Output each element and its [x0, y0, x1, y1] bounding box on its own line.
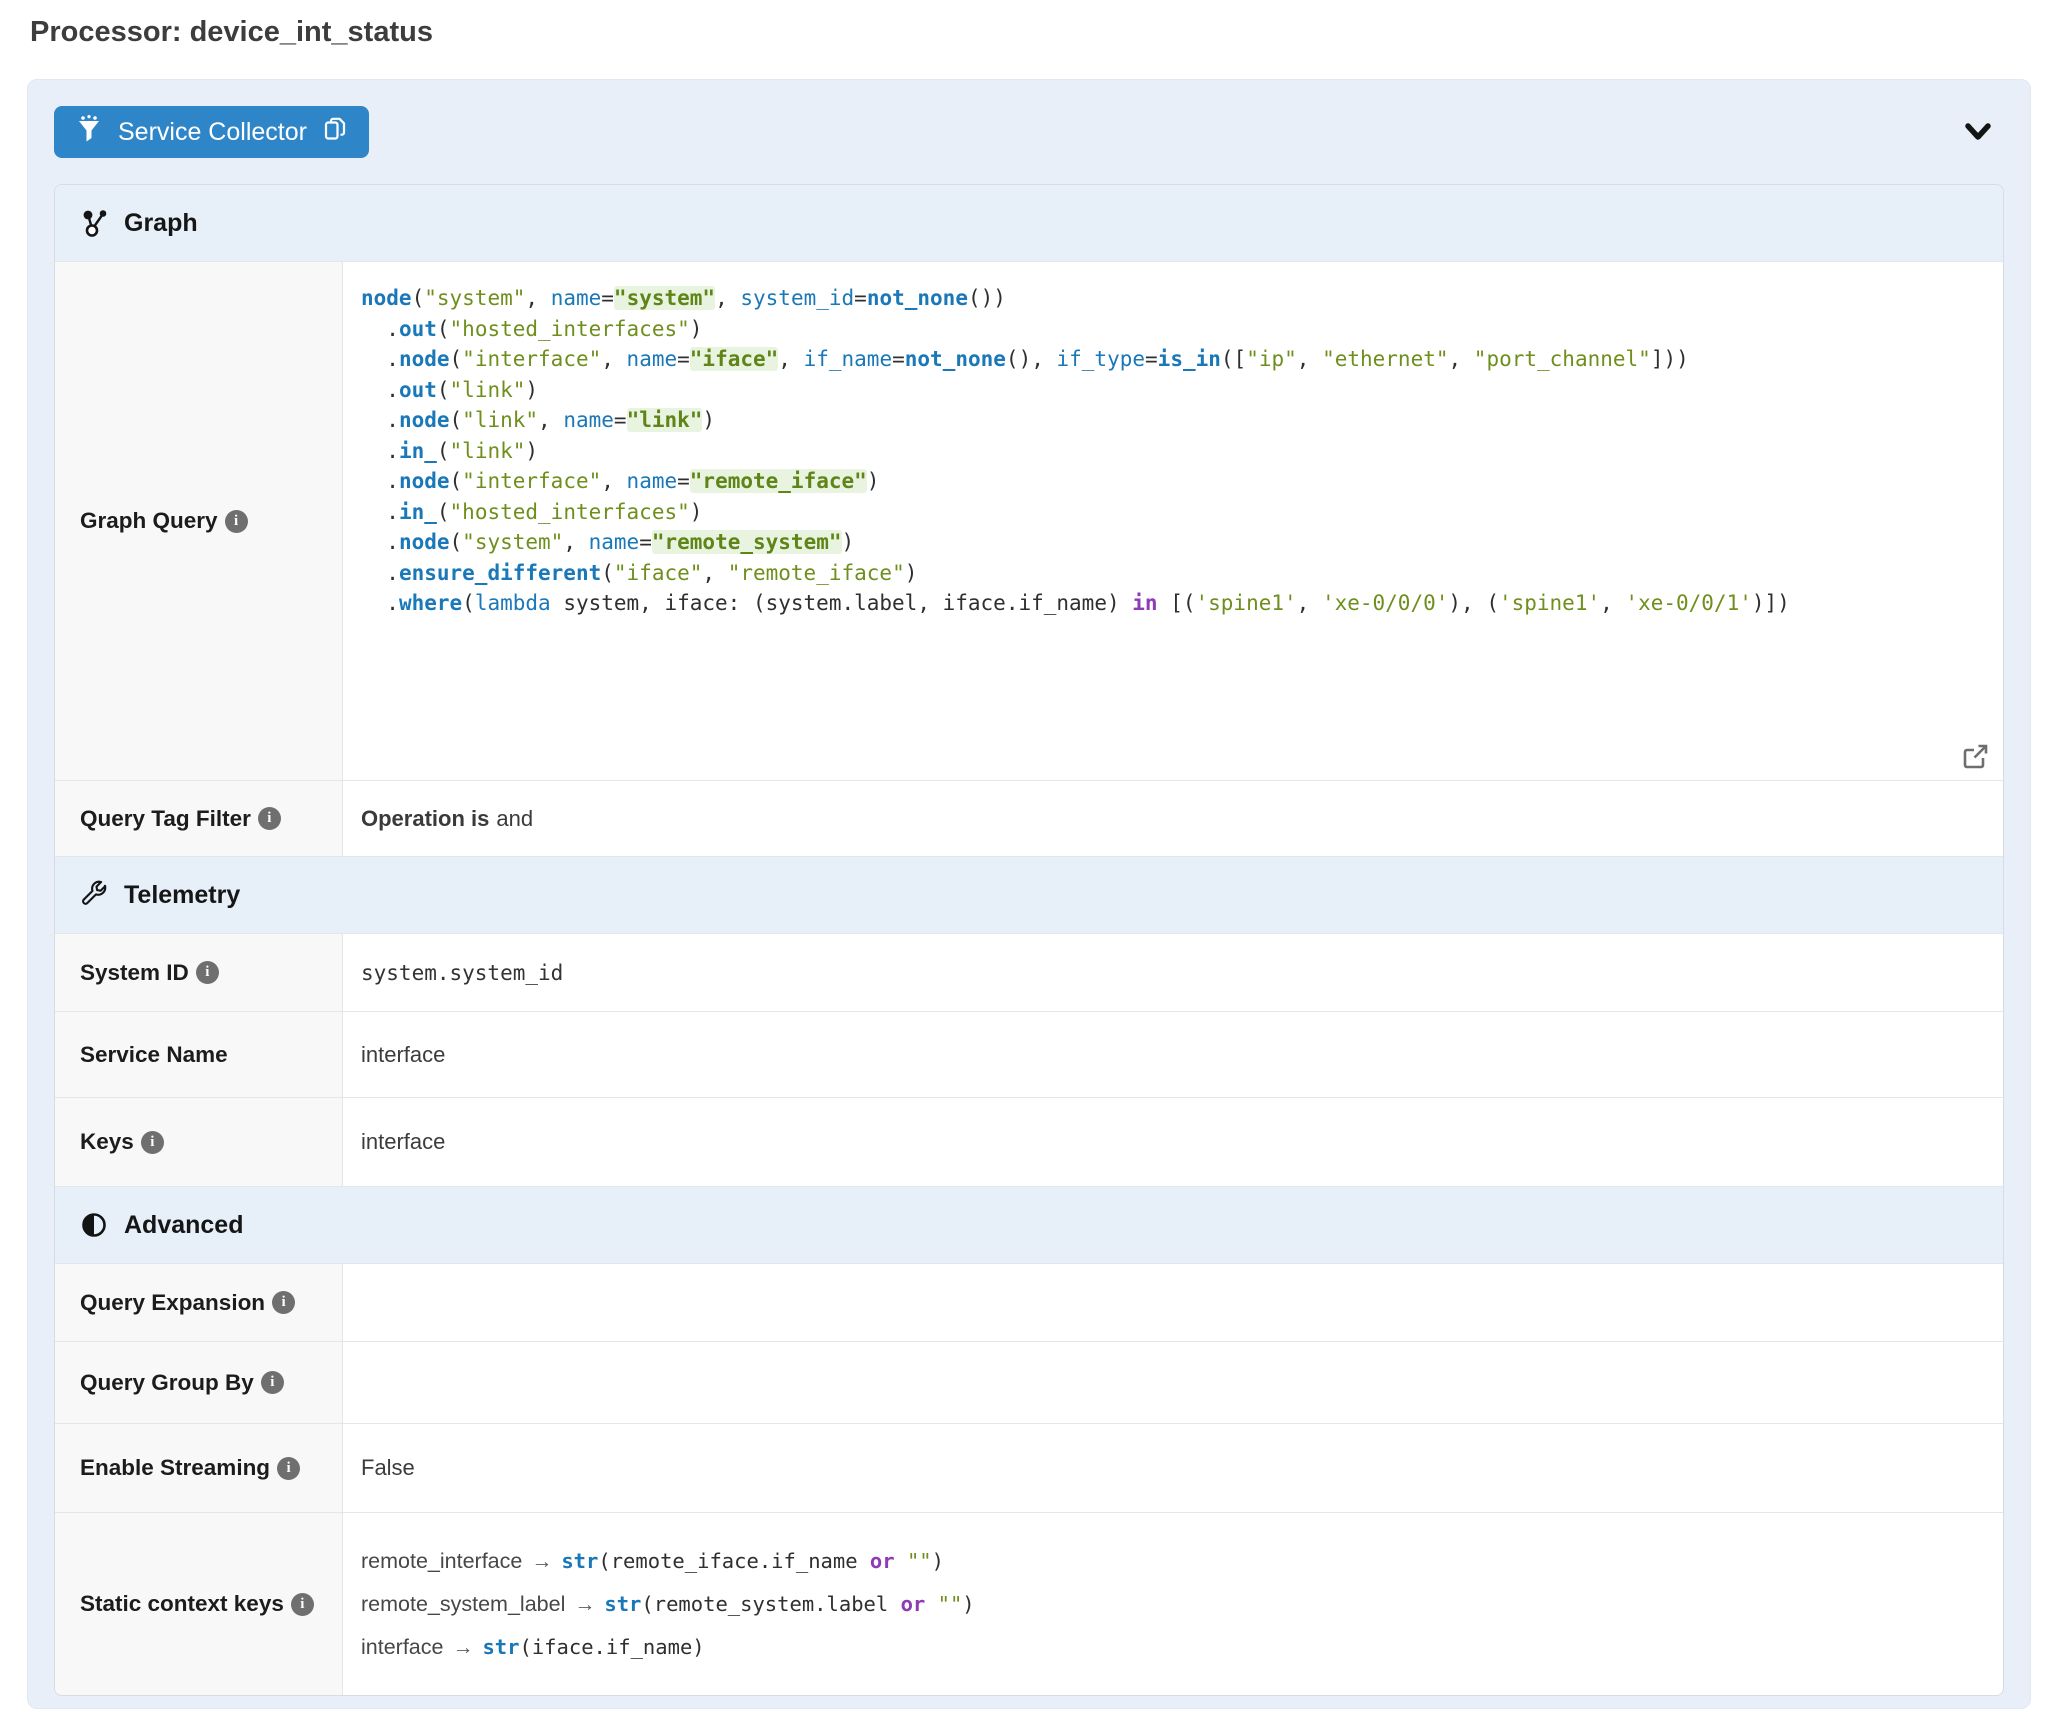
graph-query-code: node("system", name="system", system_id=…	[361, 283, 1790, 619]
info-icon[interactable]	[196, 961, 219, 984]
field-label: Query Expansion	[80, 1290, 265, 1316]
section-header-graph: Graph	[55, 185, 2003, 261]
arrow-icon: →	[531, 1540, 552, 1583]
field-row-query-expansion: Query Expansion	[55, 1263, 2003, 1341]
collector-details-card: Graph Graph Query node("system", name="s…	[54, 184, 2004, 1696]
field-label-cell: Enable Streaming	[55, 1424, 343, 1512]
info-icon[interactable]	[225, 510, 248, 533]
enable-streaming-text: False	[361, 1455, 415, 1481]
field-row-graph-query: Graph Query node("system", name="system"…	[55, 261, 2003, 780]
service-name-text: interface	[361, 1042, 445, 1068]
field-label-cell: Keys	[55, 1098, 343, 1186]
service-collector-button[interactable]: Service Collector	[54, 106, 369, 158]
field-label-cell: Static context keys	[55, 1513, 343, 1695]
query-expansion-value	[343, 1264, 2003, 1341]
info-icon[interactable]	[277, 1457, 300, 1480]
collapse-panel-button[interactable]	[1958, 115, 1998, 149]
half-circle-icon	[79, 1210, 109, 1240]
wrench-icon	[79, 880, 109, 910]
static-context-key-row: interface→str(iface.if_name)	[361, 1626, 975, 1669]
field-label: Graph Query	[80, 508, 218, 534]
network-graph-icon	[79, 208, 109, 238]
arrow-icon: →	[574, 1583, 595, 1626]
graph-query-value: node("system", name="system", system_id=…	[343, 262, 2003, 780]
field-label: Static context keys	[80, 1591, 284, 1617]
field-row-query-group-by: Query Group By	[55, 1341, 2003, 1423]
chevron-down-icon	[1962, 133, 1994, 148]
static-context-key-row: remote_system_label→str(remote_system.la…	[361, 1583, 975, 1626]
field-row-query-tag-filter: Query Tag Filter Operation is and	[55, 780, 2003, 856]
external-link-icon	[1962, 758, 1989, 773]
system-id-value: system.system_id	[343, 934, 2003, 1011]
info-icon[interactable]	[258, 807, 281, 830]
field-label-cell: Query Expansion	[55, 1264, 343, 1341]
operation-value: and	[496, 806, 533, 832]
info-icon[interactable]	[141, 1131, 164, 1154]
field-label-cell: Query Tag Filter	[55, 781, 343, 856]
field-label: Enable Streaming	[80, 1455, 270, 1481]
service-collector-label: Service Collector	[118, 118, 307, 147]
query-group-by-value	[343, 1342, 2003, 1423]
section-title: Advanced	[124, 1211, 243, 1240]
field-label: Query Group By	[80, 1370, 254, 1396]
panel-header: Service Collector	[54, 106, 2004, 158]
static-context-keys-value: remote_interface→str(remote_iface.if_nam…	[343, 1513, 2003, 1695]
field-row-static-context-keys: Static context keys remote_interface→str…	[55, 1512, 2003, 1695]
query-tag-filter-value: Operation is and	[343, 781, 2003, 856]
field-label: Keys	[80, 1129, 134, 1155]
funnel-icon	[74, 114, 104, 151]
field-row-enable-streaming: Enable Streaming False	[55, 1423, 2003, 1512]
section-header-telemetry: Telemetry	[55, 856, 2003, 933]
field-row-service-name: Service Name interface	[55, 1011, 2003, 1097]
static-context-key-row: remote_interface→str(remote_iface.if_nam…	[361, 1540, 975, 1583]
copy-icon[interactable]	[321, 115, 349, 150]
system-id-text: system.system_id	[361, 961, 563, 985]
section-header-advanced: Advanced	[55, 1186, 2003, 1263]
field-label: System ID	[80, 960, 189, 986]
field-label-cell: Graph Query	[55, 262, 343, 780]
field-label-cell: System ID	[55, 934, 343, 1011]
field-label-cell: Service Name	[55, 1012, 343, 1097]
page-title: Processor: device_int_status	[0, 0, 2058, 49]
field-row-keys: Keys interface	[55, 1097, 2003, 1186]
section-title: Graph	[124, 209, 198, 238]
field-row-system-id: System ID system.system_id	[55, 933, 2003, 1011]
info-icon[interactable]	[291, 1593, 314, 1616]
section-title: Telemetry	[124, 881, 240, 910]
field-label: Service Name	[80, 1042, 228, 1068]
keys-value: interface	[343, 1098, 2003, 1186]
arrow-icon: →	[452, 1626, 473, 1669]
processor-panel: Service Collector	[27, 79, 2031, 1709]
info-icon[interactable]	[261, 1371, 284, 1394]
keys-text: interface	[361, 1129, 445, 1155]
field-label: Query Tag Filter	[80, 806, 251, 832]
field-label-cell: Query Group By	[55, 1342, 343, 1423]
enable-streaming-value: False	[343, 1424, 2003, 1512]
info-icon[interactable]	[272, 1291, 295, 1314]
open-query-button[interactable]	[1960, 741, 1991, 772]
operation-label: Operation is	[361, 806, 489, 832]
service-name-value: interface	[343, 1012, 2003, 1097]
static-context-keys-list: remote_interface→str(remote_iface.if_nam…	[361, 1540, 975, 1669]
